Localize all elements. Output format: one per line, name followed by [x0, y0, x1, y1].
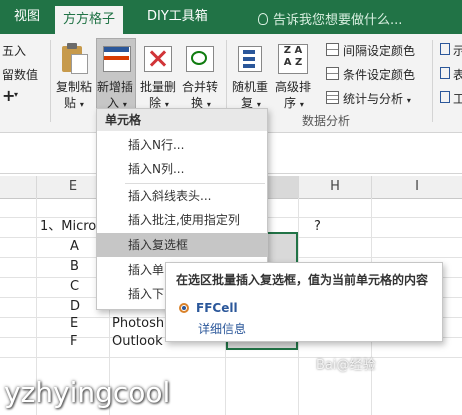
grid-row-line	[0, 357, 462, 358]
conditional-color-button[interactable]: 条件设定颜色	[326, 66, 415, 83]
batch-delete-button[interactable]: 批量删	[140, 78, 176, 95]
tooltip-description: 在选区批量插入复选框，值为当前单元格的内容	[176, 273, 429, 287]
paste-button[interactable]: 复制粘	[56, 78, 92, 95]
option-letter-b[interactable]: B	[70, 257, 79, 277]
sort-az-icon: Z AA Z	[278, 42, 308, 74]
ribbon-tab-bar: 视图 方方格子 DIY工具箱 告诉我您想要做什么...	[0, 0, 462, 34]
tab-ffcell[interactable]: 方方格子	[55, 6, 124, 34]
tell-me-search[interactable]: 告诉我您想要做什么...	[258, 9, 402, 28]
clipboard-paste-icon	[60, 42, 88, 74]
alternate-color-button[interactable]: 间隔设定颜色	[326, 42, 415, 59]
doc-icon	[440, 67, 450, 79]
option-text-e[interactable]: Photosh	[112, 314, 164, 334]
paste-label-2: 贴	[64, 96, 77, 110]
chevron-down-icon: ▾	[79, 100, 84, 109]
option-letter-a[interactable]: A	[70, 237, 79, 257]
select-all-corner[interactable]	[0, 176, 37, 199]
sort-label-2: 序	[284, 96, 297, 110]
right-snip-2: 表	[453, 68, 462, 82]
random-repeat-icon	[236, 44, 264, 72]
tooltip-more-info-link[interactable]: 详细信息	[198, 320, 246, 337]
menu-item-insert-comment[interactable]: 插入批注,使用指定列	[97, 208, 267, 232]
chevron-down-icon: ▾	[299, 100, 304, 109]
right-cut-button-3[interactable]: 工	[440, 90, 462, 107]
right-snip-1: 示	[453, 44, 462, 58]
command-tooltip: 在选区批量插入复选框，值为当前单元格的内容 FFCell 详细信息	[165, 262, 443, 342]
random-repeat-button[interactable]: 随机重	[232, 78, 268, 95]
doc-icon	[440, 91, 450, 103]
alternate-color-label: 间隔设定颜色	[343, 44, 416, 58]
insert-label: 新增插	[97, 80, 134, 94]
group-label-data-analysis: 数据分析	[302, 114, 351, 128]
group-separator	[50, 40, 51, 122]
tab-view[interactable]: 视图	[14, 8, 40, 26]
advanced-sort-button[interactable]: 高级排	[275, 78, 311, 95]
chevron-down-icon: ▾	[406, 96, 411, 105]
lightbulb-icon	[258, 13, 268, 25]
tooltip-addin-name: FFCell	[196, 301, 238, 315]
right-cut-button-1[interactable]: 示	[440, 42, 462, 59]
chevron-down-icon: ▾	[14, 90, 19, 99]
merge-convert-button[interactable]: 合并转	[182, 78, 218, 95]
question-mark-cell[interactable]: ?	[314, 217, 321, 237]
option-letter-f[interactable]: F	[70, 332, 77, 352]
watermark-text: yzhyingcool	[4, 376, 171, 409]
doc-icon	[440, 43, 450, 55]
tab-diy-toolbox[interactable]: DIY工具箱	[147, 8, 208, 26]
option-letter-e[interactable]: E	[70, 314, 78, 334]
option-letter-c[interactable]: C	[70, 277, 79, 297]
menu-item-diagonal-header[interactable]: 插入斜线表头...	[97, 184, 267, 208]
right-cut-button-2[interactable]: 表	[440, 66, 462, 83]
right-snip-3: 工	[453, 92, 462, 106]
menu-item-insert-n-cols[interactable]: 插入N列...	[97, 157, 267, 181]
search-placeholder: 告诉我您想要做什么...	[273, 13, 403, 28]
addin-gear-icon	[178, 302, 190, 314]
table-icon	[326, 91, 339, 104]
group-separator	[432, 40, 433, 122]
stats-analysis-button[interactable]: 统计与分析 ▾	[326, 90, 411, 107]
grid-icon	[326, 67, 339, 80]
menu-item-insert-checkbox[interactable]: 插入复选框	[97, 233, 267, 257]
option-text-f[interactable]: Outlook	[112, 332, 163, 352]
keep-value-button[interactable]: 留数值	[2, 66, 38, 83]
column-header-i[interactable]: I	[372, 176, 462, 199]
stats-analysis-label: 统计与分析	[343, 92, 404, 106]
question-cell[interactable]: 1、Micro	[40, 217, 96, 237]
grid-icon	[326, 43, 339, 56]
menu-item-insert-n-rows[interactable]: 插入N行...	[97, 133, 267, 157]
conditional-color-label: 条件设定颜色	[343, 68, 416, 82]
column-header-h[interactable]: H	[299, 176, 372, 199]
insert-rows-icon	[103, 44, 131, 72]
menu-header-cell: 单元格	[97, 109, 267, 131]
merge-convert-icon	[186, 44, 214, 72]
paste-button-line2[interactable]: 贴 ▾	[64, 94, 84, 111]
watermark-logo: Bai@经验	[316, 358, 376, 373]
advanced-sort-line2[interactable]: 序 ▾	[284, 94, 304, 111]
round-button[interactable]: 五入	[2, 42, 26, 59]
batch-delete-icon	[144, 44, 172, 72]
